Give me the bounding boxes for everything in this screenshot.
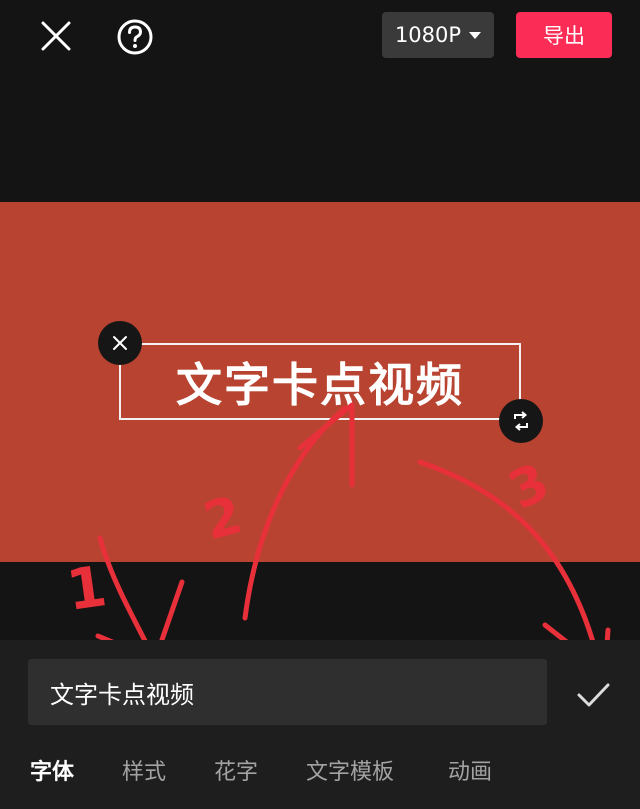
help-icon[interactable]	[114, 16, 156, 58]
tab-font[interactable]: 字体	[30, 748, 74, 792]
style-tabs: 字体 样式 花字 文字模板 动画	[0, 748, 640, 792]
caret-down-icon	[469, 31, 482, 39]
tab-text-template[interactable]: 文字模板	[306, 748, 394, 792]
text-input-field[interactable]: 文字卡点视频	[28, 659, 547, 725]
close-icon[interactable]	[36, 16, 76, 56]
delete-text-icon[interactable]	[98, 321, 142, 365]
confirm-check-icon[interactable]	[570, 672, 616, 718]
text-input-value: 文字卡点视频	[50, 680, 194, 709]
tab-style[interactable]: 样式	[122, 748, 166, 792]
tab-animation[interactable]: 动画	[448, 748, 492, 792]
annotation-number-1: 1	[63, 554, 111, 624]
text-overlay-content: 文字卡点视频	[176, 357, 464, 412]
tab-fancy-text[interactable]: 花字	[214, 748, 258, 792]
text-overlay-box[interactable]: 文字卡点视频	[119, 343, 521, 420]
resolution-dropdown[interactable]: 1080P	[382, 12, 494, 58]
resolution-label: 1080P	[394, 23, 462, 47]
rotate-scale-icon[interactable]	[499, 399, 543, 443]
top-bar: 1080P 导出	[0, 0, 640, 72]
export-button[interactable]: 导出	[516, 12, 612, 58]
